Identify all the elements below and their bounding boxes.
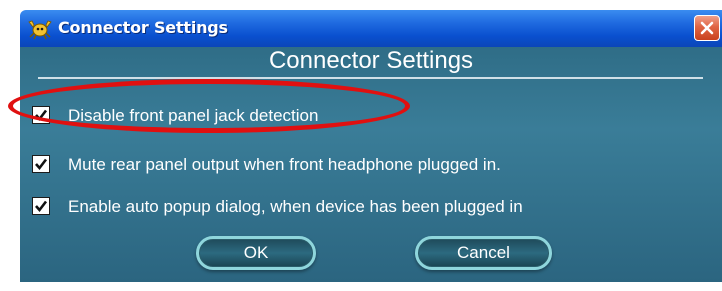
option-label: Disable front panel jack detection xyxy=(68,106,319,125)
cancel-button[interactable]: Cancel xyxy=(415,236,552,270)
connector-settings-window: Connector Settings Connector Settings Di… xyxy=(20,10,722,282)
mute-rear-output-checkbox[interactable] xyxy=(32,155,50,173)
checkmark-icon xyxy=(35,109,48,122)
disable-front-jack-checkbox[interactable] xyxy=(32,106,50,124)
close-icon xyxy=(700,21,714,35)
checkmark-icon xyxy=(35,158,48,171)
ok-button[interactable]: OK xyxy=(196,236,316,270)
dialog-body: Connector Settings Disable front panel j… xyxy=(20,47,722,282)
checkmark-icon xyxy=(35,200,48,213)
option-label: Mute rear panel output when front headph… xyxy=(68,155,501,174)
realtek-crab-icon xyxy=(28,18,52,40)
dialog-heading: Connector Settings xyxy=(268,47,474,74)
option-label: Enable auto popup dialog, when device ha… xyxy=(68,197,523,216)
title-bar[interactable]: Connector Settings xyxy=(20,10,722,47)
heading-divider xyxy=(38,77,703,79)
enable-auto-popup-checkbox[interactable] xyxy=(32,197,50,215)
close-button[interactable] xyxy=(694,15,720,41)
window-title: Connector Settings xyxy=(58,18,228,37)
